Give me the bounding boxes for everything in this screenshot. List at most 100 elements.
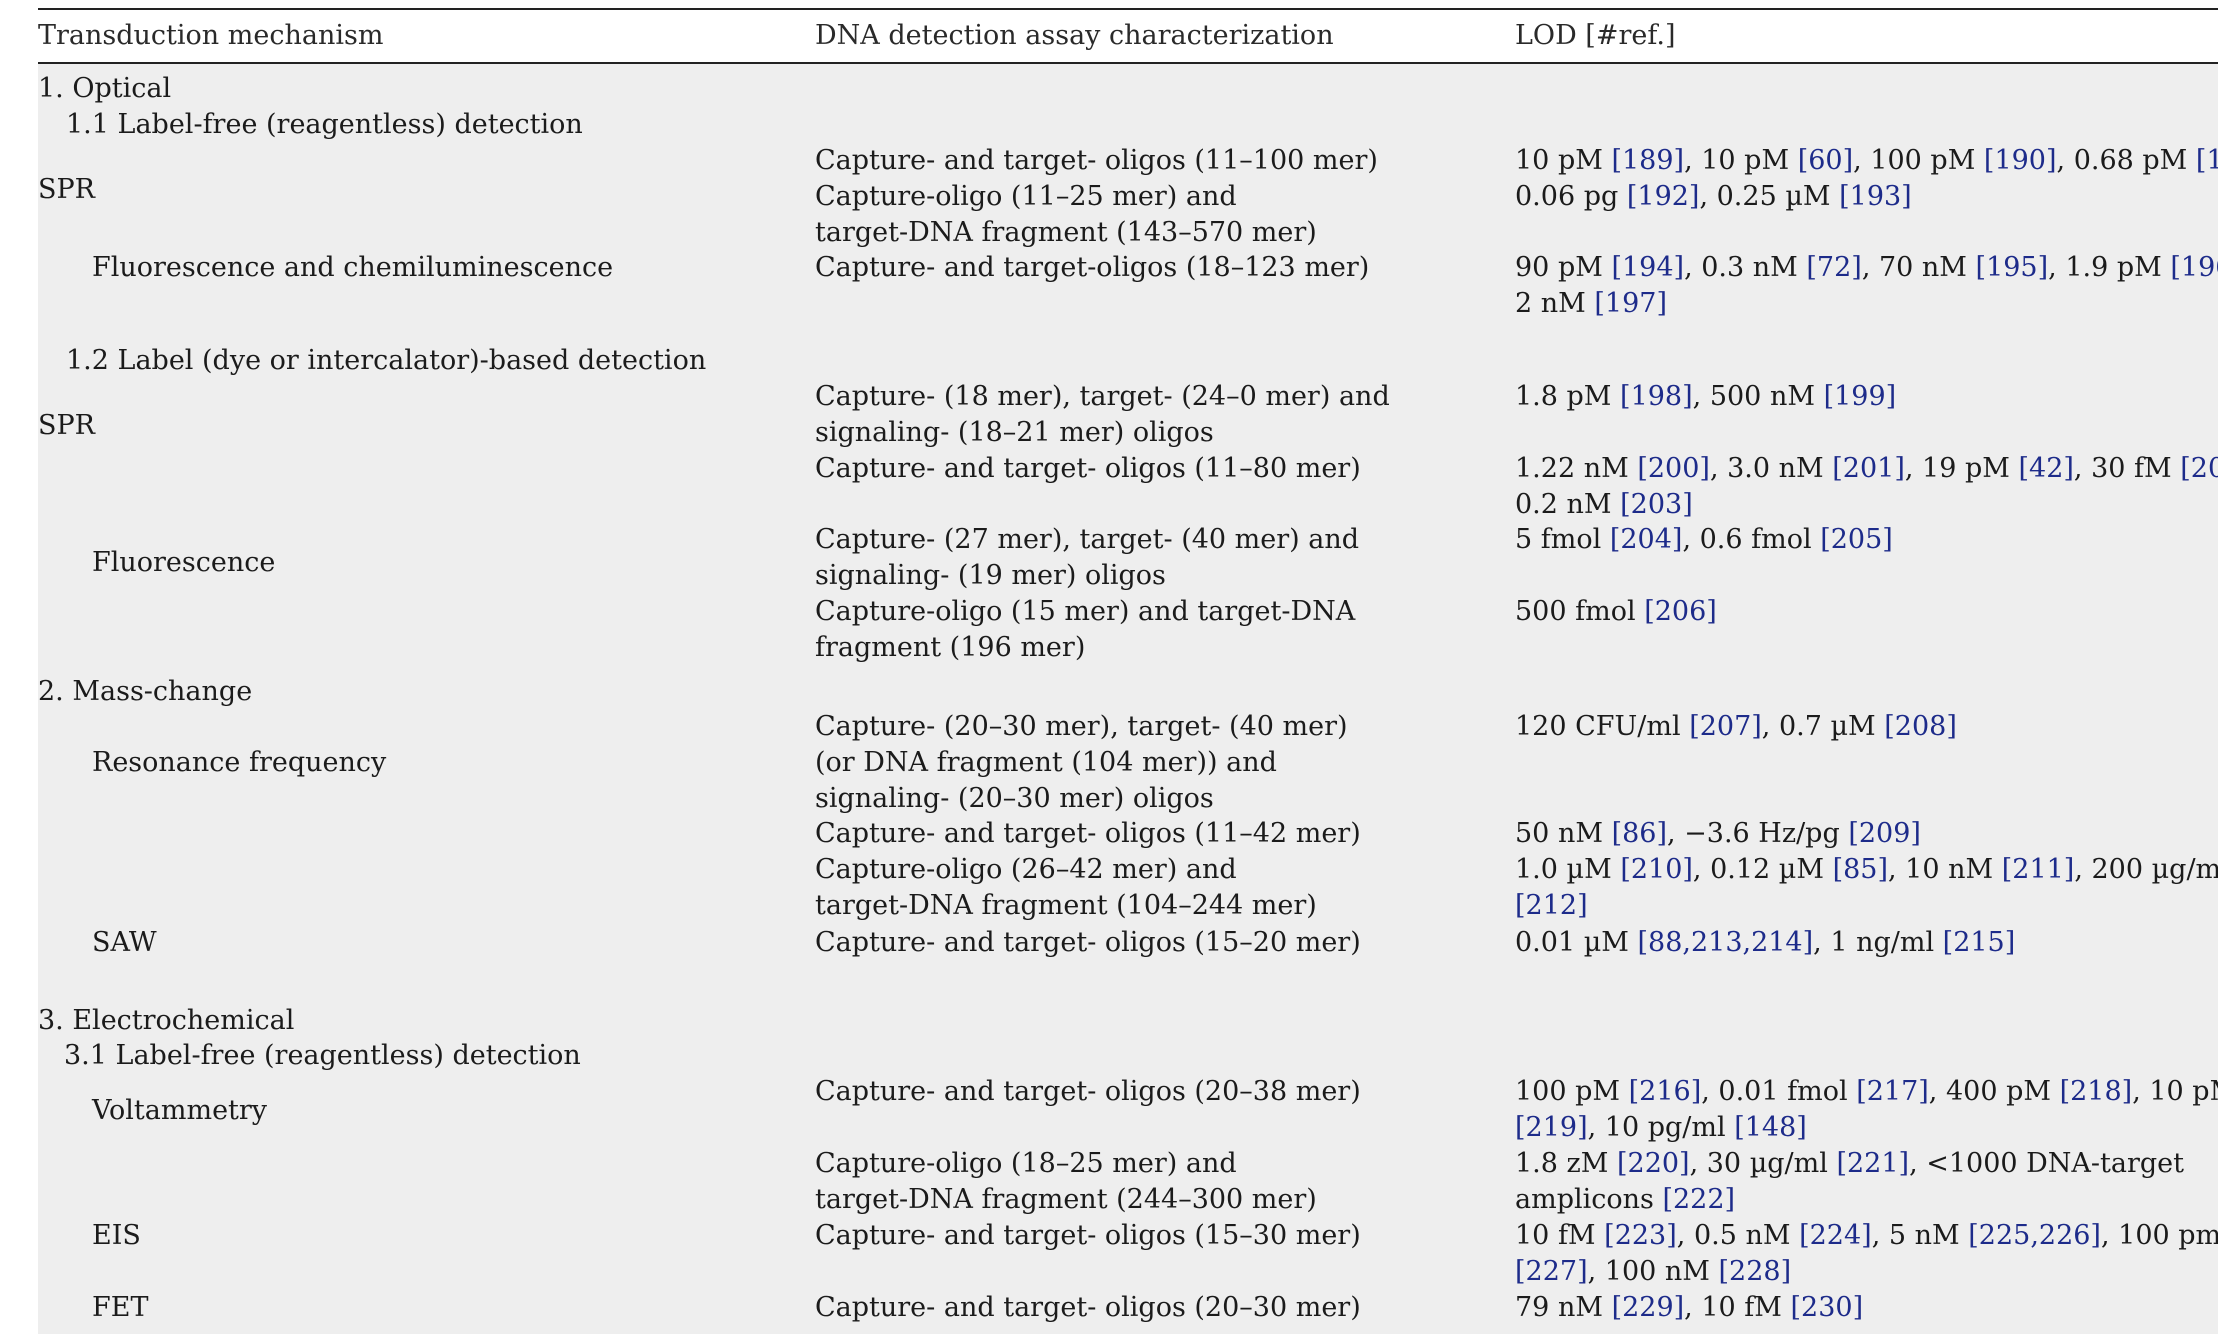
lod-value: 0.01 µM [1515, 927, 1638, 958]
reference-link[interactable]: [200] [1637, 453, 1710, 484]
lod-cell: amplicons [222] [1515, 1182, 1735, 1218]
reference-link[interactable]: [215] [1943, 927, 2016, 958]
reference-link[interactable]: [198] [1620, 381, 1693, 412]
lod-value: 0.06 pg [1515, 181, 1627, 212]
header-lod: LOD [#ref.] [1515, 20, 1676, 51]
mechanism-label-fluor-chem: Fluorescence and chemiluminescence [92, 252, 614, 283]
lod-value: 2 nM [1515, 288, 1595, 319]
lod-value: 1.22 nM [1515, 453, 1638, 484]
reference-link[interactable]: [190] [1984, 145, 2057, 176]
lod-value: , 0.25 µM [1699, 181, 1840, 212]
assay-cell: Capture- (27 mer), target- (40 mer) and [815, 524, 1360, 555]
reference-link[interactable]: [88,213,214] [1637, 927, 1813, 958]
mechanism-label-saw: SAW [92, 927, 157, 958]
lod-value: , 0.6 fmol [1682, 524, 1821, 555]
reference-link[interactable]: [224] [1799, 1220, 1872, 1251]
reference-link[interactable]: [220] [1617, 1148, 1690, 1179]
reference-link[interactable]: [206] [1644, 596, 1717, 627]
reference-link[interactable]: [60] [1798, 145, 1853, 176]
reference-link[interactable]: [191] [2196, 145, 2218, 176]
assay-cell: target-DNA fragment (104–244 mer) [815, 890, 1317, 921]
reference-link[interactable]: [212] [1515, 890, 1588, 921]
reference-link[interactable]: [221] [1836, 1148, 1909, 1179]
reference-link[interactable]: [85] [1833, 854, 1888, 885]
lod-value: , 5 nM [1871, 1220, 1969, 1251]
lod-cell: 90 pM [194], 0.3 nM [72], 70 nM [195], 1… [1515, 250, 2218, 286]
mechanism-label-label-free-3: 3.1 Label-free (reagentless) detection [64, 1040, 581, 1071]
lod-value: , 10 pg/ml [1587, 1112, 1735, 1143]
lod-cell: 500 fmol [206] [1515, 594, 1717, 630]
assay-cell: Capture- and target- oligos (11–42 mer) [815, 818, 1361, 849]
assay-cell: signaling- (20–30 mer) oligos [815, 783, 1214, 814]
reference-link[interactable]: [227] [1515, 1256, 1588, 1287]
reference-link[interactable]: [216] [1629, 1076, 1702, 1107]
lod-value: , 100 pM [1853, 145, 1984, 176]
reference-link[interactable]: [228] [1719, 1256, 1792, 1287]
reference-link[interactable]: [223] [1604, 1220, 1677, 1251]
reference-link[interactable]: [225,226] [1968, 1220, 2101, 1251]
reference-link[interactable]: [219] [1515, 1112, 1588, 1143]
top-rule [38, 8, 2218, 10]
mechanism-label-fluor: Fluorescence [92, 547, 276, 578]
reference-link[interactable]: [148] [1734, 1112, 1807, 1143]
lod-value: , 0.3 nM [1684, 252, 1807, 283]
reference-link[interactable]: [202] [2180, 453, 2218, 484]
reference-link[interactable]: [72] [1806, 252, 1861, 283]
lod-value: , 0.5 nM [1676, 1220, 1800, 1251]
lod-value: , 400 pM [1928, 1076, 2060, 1107]
reference-link[interactable]: [194] [1611, 252, 1684, 283]
lod-value: , 10 fM [1684, 1292, 1791, 1323]
reference-link[interactable]: [192] [1627, 181, 1700, 212]
lod-value: , 70 nM [1861, 252, 1976, 283]
lod-value: , 100 nM [1587, 1256, 1719, 1287]
assay-cell: Capture- and target- oligos (11–100 mer) [815, 145, 1378, 176]
lod-value: , 500 nM [1692, 381, 1824, 412]
reference-link[interactable]: [197] [1594, 288, 1667, 319]
assay-cell: target-DNA fragment (244–300 mer) [815, 1184, 1317, 1215]
mechanism-label-resonance: Resonance frequency [92, 747, 387, 778]
mechanism-label-label-free-1: 1.1 Label-free (reagentless) detection [66, 109, 583, 140]
lod-value: , 0.7 µM [1761, 711, 1885, 742]
assay-cell: fragment (196 mer) [815, 632, 1086, 663]
reference-link[interactable]: [208] [1884, 711, 1957, 742]
reference-link[interactable]: [217] [1856, 1076, 1929, 1107]
reference-link[interactable]: [211] [2002, 854, 2075, 885]
lod-cell: [219], 10 pg/ml [148] [1515, 1110, 1807, 1146]
assay-cell: Capture- and target- oligos (15–30 mer) [815, 1220, 1361, 1251]
reference-link[interactable]: [229] [1612, 1292, 1685, 1323]
lod-value: , 0.01 fmol [1701, 1076, 1857, 1107]
reference-link[interactable]: [189] [1611, 145, 1684, 176]
mechanism-label-optical: 1. Optical [38, 73, 172, 104]
reference-link[interactable]: [195] [1976, 252, 2049, 283]
lod-cell: 2 nM [197] [1515, 286, 1667, 322]
reference-link[interactable]: [230] [1791, 1292, 1864, 1323]
lod-cell: [212] [1515, 888, 1588, 924]
assay-cell: Capture- and target- oligos (11–80 mer) [815, 453, 1361, 484]
lod-value: , 0.12 µM [1692, 854, 1833, 885]
reference-link[interactable]: [218] [2060, 1076, 2133, 1107]
lod-value: , 10 pM [2132, 1076, 2218, 1107]
reference-link[interactable]: [210] [1620, 854, 1693, 885]
reference-link[interactable]: [193] [1839, 181, 1912, 212]
lod-cell: 0.01 µM [88,213,214], 1 ng/ml [215] [1515, 925, 2015, 961]
reference-link[interactable]: [205] [1820, 524, 1893, 555]
lod-value: , 10 pM [1684, 145, 1798, 176]
reference-link[interactable]: [222] [1662, 1184, 1735, 1215]
reference-link[interactable]: [199] [1824, 381, 1897, 412]
reference-link[interactable]: [201] [1832, 453, 1905, 484]
reference-link[interactable]: [203] [1620, 489, 1693, 520]
reference-link[interactable]: [204] [1610, 524, 1683, 555]
reference-link[interactable]: [86] [1612, 818, 1667, 849]
mechanism-label-voltammetry: Voltammetry [92, 1095, 268, 1126]
mechanism-label-mass: 2. Mass-change [38, 676, 253, 707]
reference-link[interactable]: [196] [2170, 252, 2218, 283]
lod-cell: 1.8 pM [198], 500 nM [199] [1515, 379, 1896, 415]
reference-link[interactable]: [42] [2018, 453, 2073, 484]
reference-link[interactable]: [207] [1689, 711, 1762, 742]
mechanism-label-fet: FET [92, 1292, 149, 1323]
lod-value: 1.8 pM [1515, 381, 1621, 412]
header-assay-characterization: DNA detection assay characterization [815, 20, 1334, 51]
reference-link[interactable]: [209] [1848, 818, 1921, 849]
lod-cell: 1.22 nM [200], 3.0 nM [201], 19 pM [42],… [1515, 451, 2218, 487]
assay-cell: Capture-oligo (11–25 mer) and [815, 181, 1237, 212]
